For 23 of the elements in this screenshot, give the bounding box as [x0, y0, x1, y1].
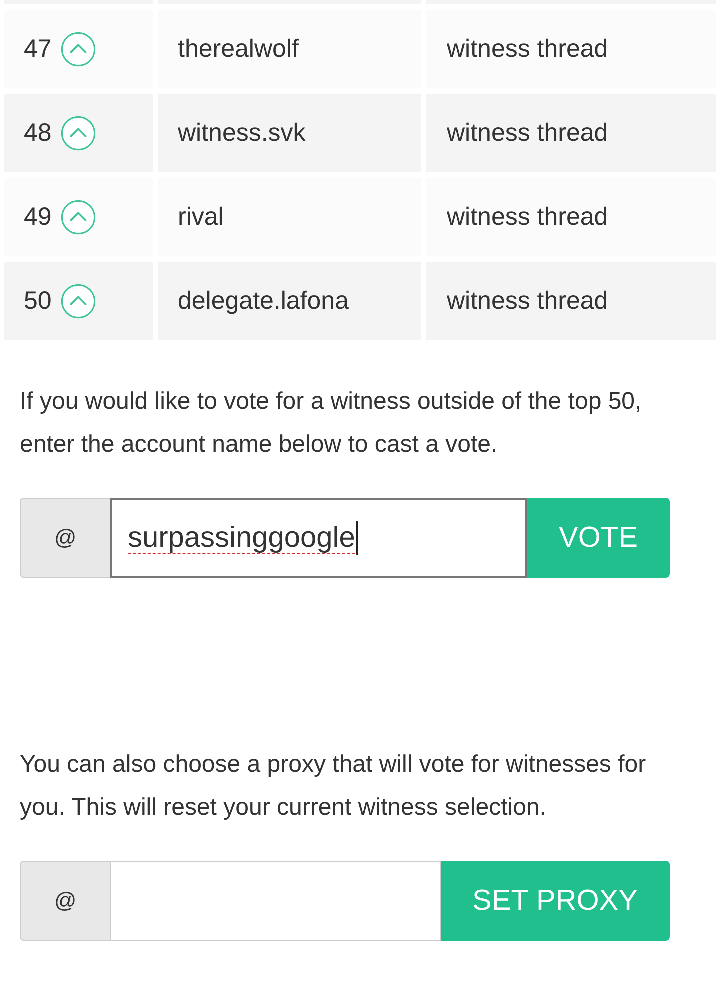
instruction-text: You can also choose a proxy that will vote for witnesses for you. This will reset your current witness selection.: [20, 750, 648, 823]
rank-number: 47: [24, 34, 52, 64]
rank-number: 49: [24, 202, 52, 232]
upvote-icon[interactable]: [60, 116, 96, 150]
instruction-text: If you would like to vote for a witness outside of the top 50, enter the account name below to cast a vote.: [20, 387, 643, 460]
upvote-icon[interactable]: [60, 200, 96, 234]
upvote-icon[interactable]: [60, 32, 96, 66]
witness-thread-link[interactable]: witness thread: [447, 202, 608, 232]
witness-thread-link[interactable]: witness thread: [447, 286, 608, 316]
input-prefix: @: [20, 498, 110, 578]
table-cell: rival: [158, 178, 421, 256]
input-prefix: @: [20, 861, 110, 941]
upvote-icon[interactable]: [60, 284, 96, 318]
account-input[interactable]: surpassinggoogle: [110, 498, 528, 578]
table-cell: witness.svk: [158, 94, 421, 172]
proxy-input[interactable]: [110, 861, 441, 941]
table-cell: therealwolf: [158, 10, 421, 88]
table-cell: delegate.lafona: [158, 262, 421, 340]
rank-number: 48: [24, 118, 52, 148]
witness-thread-link[interactable]: witness thread: [447, 118, 608, 148]
text-cursor-icon: [356, 521, 358, 555]
rank-number: 50: [24, 286, 52, 316]
witness-thread-link[interactable]: witness thread: [447, 34, 608, 64]
